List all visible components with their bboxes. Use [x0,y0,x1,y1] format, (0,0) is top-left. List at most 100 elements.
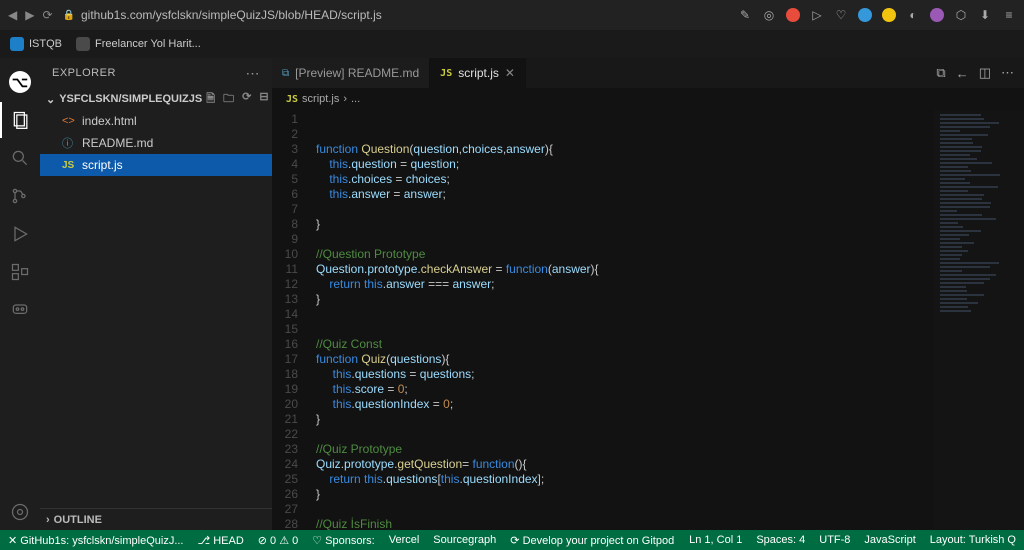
back-button[interactable]: ◀ [8,8,17,22]
extensions-icon[interactable] [0,254,40,290]
code-line: 9 [272,232,934,247]
ext-icon[interactable] [858,8,872,22]
ext-icon[interactable]: ≡ [1002,8,1016,22]
status-item[interactable]: ⟳ Develop your project on Gitpod [510,534,674,547]
code-line: 7 [272,202,934,217]
outline-section[interactable]: › OUTLINE [40,508,272,530]
status-item[interactable]: ⊘ 0 ⚠ 0 [258,534,298,547]
status-item[interactable]: Layout: Turkish Q [930,534,1016,546]
ext-icon[interactable] [930,8,944,22]
file-name: script.js [82,158,123,172]
sidebar-more-icon[interactable]: ⋯ [246,65,261,82]
activity-bar: ⌥ [0,58,40,530]
repo-name: YSFCLSKN/SIMPLEQUIZJS [59,93,202,105]
ext-icon[interactable]: ▷ [810,8,824,22]
line-number: 17 [272,352,316,367]
breadcrumb-file: script.js [302,93,339,105]
line-number: 1 [272,112,316,127]
new-file-icon[interactable]: 🗎 [206,90,215,109]
code-line: 16//Quiz Const [272,337,934,352]
editor-actions: ⧉ ← ◫ ⋯ [926,58,1024,88]
github-logo[interactable]: ⌥ [0,64,40,100]
file-item[interactable]: JSscript.js [40,154,272,176]
line-number: 23 [272,442,316,457]
code-line: 27 [272,502,934,517]
line-number: 19 [272,382,316,397]
bookmarks-bar: ISTQB Freelancer Yol Harit... [0,30,1024,58]
bookmark-label: Freelancer Yol Harit... [95,38,201,50]
status-item[interactable]: Ln 1, Col 1 [689,534,742,546]
settings-icon[interactable] [0,494,40,530]
chevron-down-icon: ⌄ [46,93,55,106]
line-number: 22 [272,427,316,442]
status-item[interactable]: Spaces: 4 [756,534,805,546]
file-name: index.html [82,114,137,128]
sidebar-header: EXPLORER ⋯ [40,58,272,88]
code-line: 22 [272,427,934,442]
ext-icon[interactable] [786,8,800,22]
ext-icon[interactable]: ◐ [906,8,920,22]
breadcrumb[interactable]: JS script.js › ... [272,88,1024,110]
code-line: 8} [272,217,934,232]
remote-icon[interactable] [0,292,40,328]
file-icon: ⓘ [62,135,76,151]
compare-icon[interactable]: ⧉ [936,65,945,81]
code-line: 5 this.choices = choices; [272,172,934,187]
refresh-icon[interactable]: ⟳ [242,90,251,109]
browser-toolbar: ◀ ▶ ⟳ 🔒 github1s.com/ysfclskn/simpleQuiz… [0,0,1024,30]
line-number: 10 [272,247,316,262]
ext-icon[interactable]: ✎ [738,8,752,22]
chevron-right-icon: › [46,514,50,526]
repo-header[interactable]: ⌄ YSFCLSKN/SIMPLEQUIZJS 🗎 🗀 ⟳ ⊟ [40,88,272,110]
line-number: 2 [272,127,316,142]
reload-button[interactable]: ⟳ [42,8,52,22]
split-icon[interactable]: ◫ [979,65,991,81]
status-item[interactable]: ♡ Sponsors: [312,534,374,547]
ext-icon[interactable]: ⬡ [954,8,968,22]
file-icon: <> [62,115,76,127]
code-line: 17function Quiz(questions){ [272,352,934,367]
file-name: README.md [82,136,153,150]
ext-icon[interactable]: ⬇ [978,8,992,22]
status-item[interactable]: UTF-8 [819,534,850,546]
file-item[interactable]: ⓘ README.md [40,132,272,154]
go-back-icon[interactable]: ← [956,66,969,81]
line-number: 20 [272,397,316,412]
new-folder-icon[interactable]: 🗀 [223,90,234,109]
code-line: 2 [272,127,934,142]
ext-icon[interactable]: ◎ [762,8,776,22]
code-line: 14 [272,307,934,322]
status-item[interactable]: Sourcegraph [433,534,496,547]
ext-icon[interactable] [882,8,896,22]
tab-label: script.js [458,66,499,80]
code-editor[interactable]: 123function Question(question,choices,an… [272,110,934,530]
file-item[interactable]: <> index.html [40,110,272,132]
status-item[interactable]: ✕ GitHub1s: ysfclskn/simpleQuizJ... [8,534,183,547]
status-item[interactable]: Vercel [389,534,420,547]
bookmark-item[interactable]: ISTQB [10,37,62,51]
debug-icon[interactable] [0,216,40,252]
url-bar[interactable]: 🔒 github1s.com/ysfclskn/simpleQuizJS/blo… [63,8,382,22]
editor-tab[interactable]: JSscript.js✕ [430,58,526,88]
source-control-icon[interactable] [0,178,40,214]
minimap[interactable] [934,110,1024,530]
collapse-icon[interactable]: ⊟ [259,90,268,109]
bookmark-item[interactable]: Freelancer Yol Harit... [76,37,201,51]
more-icon[interactable]: ⋯ [1001,65,1014,81]
bookmark-label: ISTQB [29,38,62,50]
code-line: 12 return this.answer === answer; [272,277,934,292]
status-item[interactable]: ⎇ HEAD [197,534,243,547]
search-icon[interactable] [0,140,40,176]
line-number: 6 [272,187,316,202]
code-line: 28//Quiz İsFinish [272,517,934,530]
close-icon[interactable]: ✕ [505,66,515,80]
explorer-icon[interactable] [0,102,40,138]
line-number: 13 [272,292,316,307]
code-line: 20 this.questionIndex = 0; [272,397,934,412]
editor-area: ⧉[Preview] README.mdJSscript.js✕ ⧉ ← ◫ ⋯… [272,58,1024,530]
forward-button[interactable]: ▶ [25,8,34,22]
status-item[interactable]: JavaScript [864,534,915,546]
editor-tab[interactable]: ⧉[Preview] README.md [272,58,430,88]
line-number: 21 [272,412,316,427]
ext-icon[interactable]: ♡ [834,8,848,22]
